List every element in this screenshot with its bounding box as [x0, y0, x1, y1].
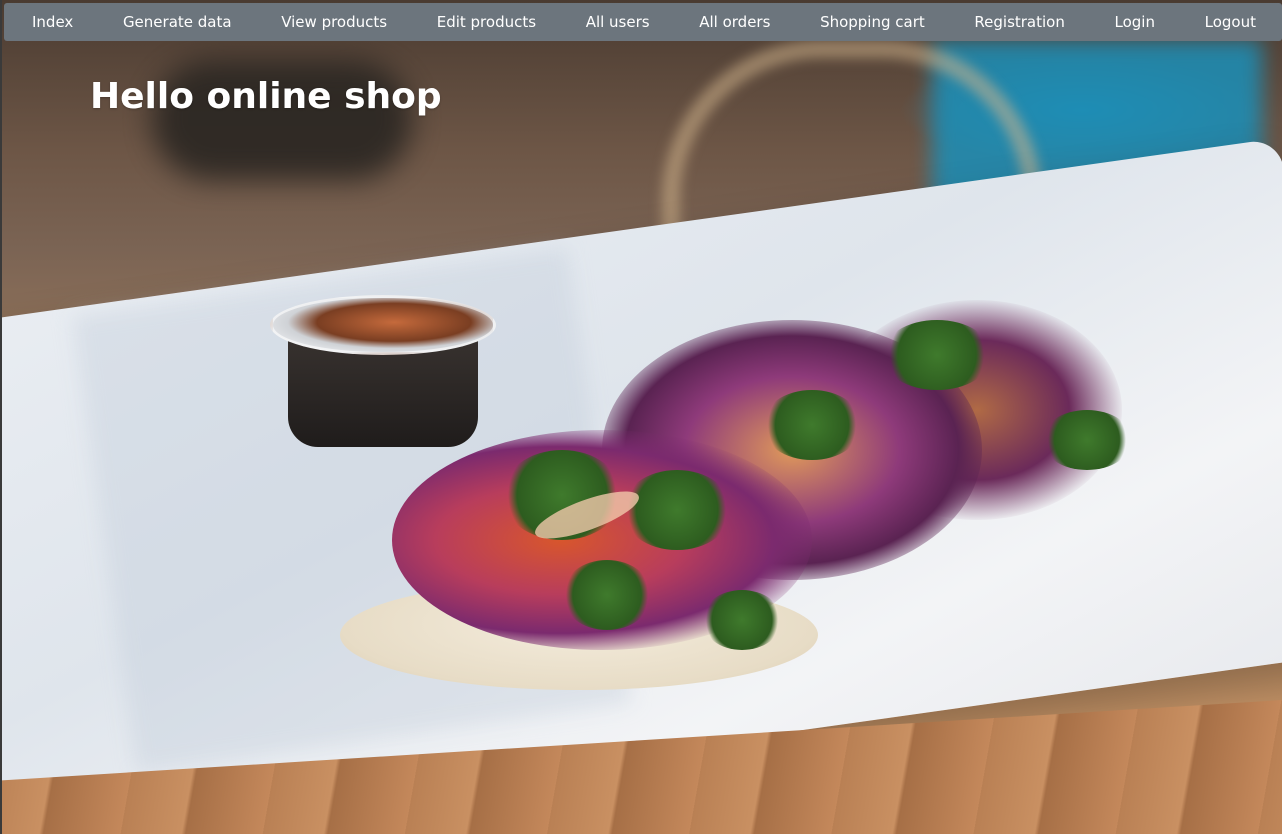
cilantro	[622, 470, 732, 550]
top-navbar: Index Generate data View products Edit p…	[4, 3, 1282, 41]
cilantro	[762, 390, 862, 460]
page-title: Hello online shop	[90, 76, 442, 117]
cilantro	[1042, 410, 1132, 470]
nav-index[interactable]: Index	[32, 13, 73, 31]
cilantro	[882, 320, 992, 390]
nav-all-users[interactable]: All users	[586, 13, 650, 31]
page: Index Generate data View products Edit p…	[0, 0, 1282, 834]
cilantro	[562, 560, 652, 630]
nav-logout[interactable]: Logout	[1205, 13, 1256, 31]
hero-image	[2, 0, 1282, 834]
sauce-cup	[270, 295, 496, 455]
nav-shopping-cart[interactable]: Shopping cart	[820, 13, 925, 31]
nav-all-orders[interactable]: All orders	[699, 13, 770, 31]
nav-edit-products[interactable]: Edit products	[437, 13, 536, 31]
cilantro	[702, 590, 782, 650]
nav-login[interactable]: Login	[1115, 13, 1155, 31]
nav-generate-data[interactable]: Generate data	[123, 13, 232, 31]
nav-view-products[interactable]: View products	[281, 13, 387, 31]
nav-registration[interactable]: Registration	[974, 13, 1064, 31]
